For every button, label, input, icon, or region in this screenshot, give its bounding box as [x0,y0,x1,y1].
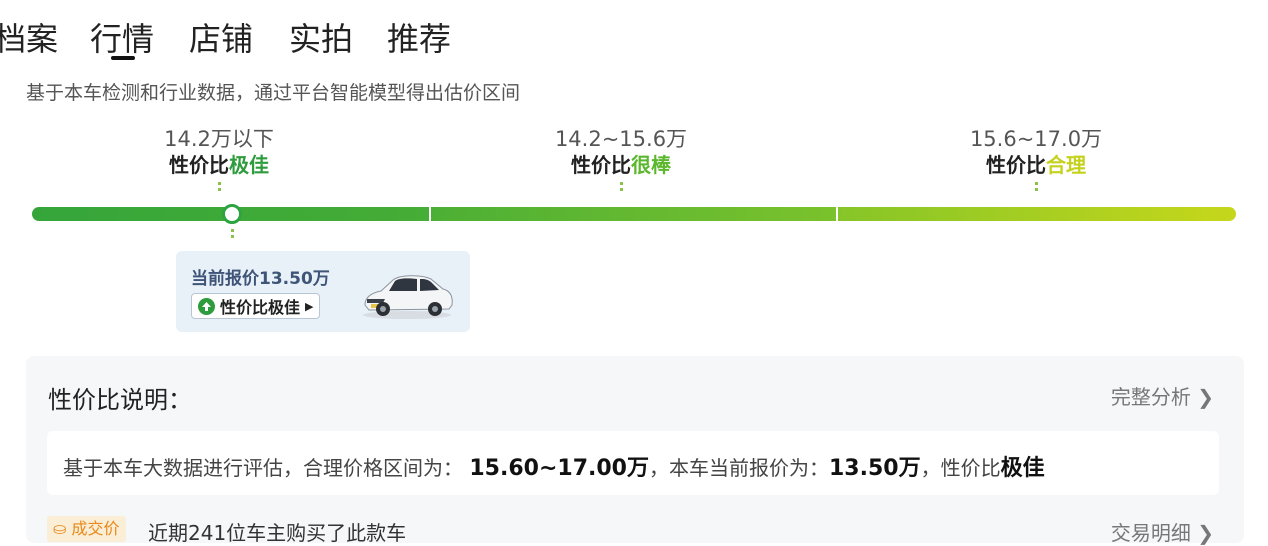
chevron-right-icon: ❯ [1197,385,1214,409]
range-great-label: 性价比很棒 [571,153,671,177]
value-explanation-panel: 性价比说明： 完整分析 ❯ 基于本车大数据进行评估，合理价格区间为： 15.60… [26,356,1244,546]
current-price-value: 13.50万 [828,456,921,481]
tab-recommend[interactable]: 推荐 [387,14,451,60]
range-fair-label: 性价比合理 [986,153,1086,177]
full-analysis-label: 完整分析 [1110,385,1191,409]
full-analysis-link[interactable]: 完整分析 ❯ [1111,381,1214,410]
range-fair-value: 15.6~17.0万 [969,127,1103,151]
tab-archive[interactable]: 档案 [0,14,58,60]
current-price-card[interactable]: 当前报价13.50万 性价比极佳 ▶ [176,251,470,332]
price-bar-fair-segment [838,207,1236,221]
price-bar-great-segment [431,207,836,221]
play-arrow-icon: ▶ [305,299,314,313]
value-badge-button[interactable]: 性价比极佳 ▶ [191,293,321,319]
deal-icon: ⛀ [53,519,67,538]
range-fair-dots [1034,182,1038,192]
valuation-description: 基于本车检测和行业数据，通过平台智能模型得出估价区间 [26,82,521,104]
arrow-up-icon [198,297,215,315]
chevron-right-icon: ❯ [1197,521,1214,545]
marker-connector [231,229,234,241]
value-badge-label: 性价比极佳 [220,298,301,317]
range-best-dots [217,182,221,192]
current-price-marker [222,204,242,224]
current-price-text: 当前报价13.50万 [191,269,330,289]
value-grade: 极佳 [1000,456,1045,481]
explanation-box: 基于本车大数据进行评估，合理价格区间为： 15.60~17.00万，本车当前报价… [47,431,1219,495]
range-great: 14.2~15.6万 性价比很棒 [491,126,751,192]
range-great-value: 14.2~15.6万 [554,127,688,151]
transaction-details-link[interactable]: 交易明细 ❯ [1111,517,1214,546]
tab-store[interactable]: 店铺 [189,14,253,60]
fair-price-range: 15.60~17.00万 [469,456,649,481]
explanation-title: 性价比说明： [48,386,192,414]
deal-price-tag: ⛀ 成交价 [47,516,126,542]
active-tab-indicator [111,56,135,60]
range-best-value: 14.2万以下 [164,127,274,151]
tab-market[interactable]: 行情 [90,14,154,60]
transaction-details-label: 交易明细 [1110,521,1191,545]
range-fair: 15.6~17.0万 性价比合理 [906,126,1166,192]
car-image [363,275,453,319]
range-best-label: 性价比极佳 [169,153,269,177]
explanation-text: 基于本车大数据进行评估，合理价格区间为： 15.60~17.00万，本车当前报价… [63,456,1045,481]
range-great-dots [619,182,623,192]
tab-photos[interactable]: 实拍 [289,14,353,60]
range-best: 14.2万以下 性价比极佳 [89,126,349,192]
recent-buyers-text: 近期241位车主购买了此款车 [148,521,407,545]
